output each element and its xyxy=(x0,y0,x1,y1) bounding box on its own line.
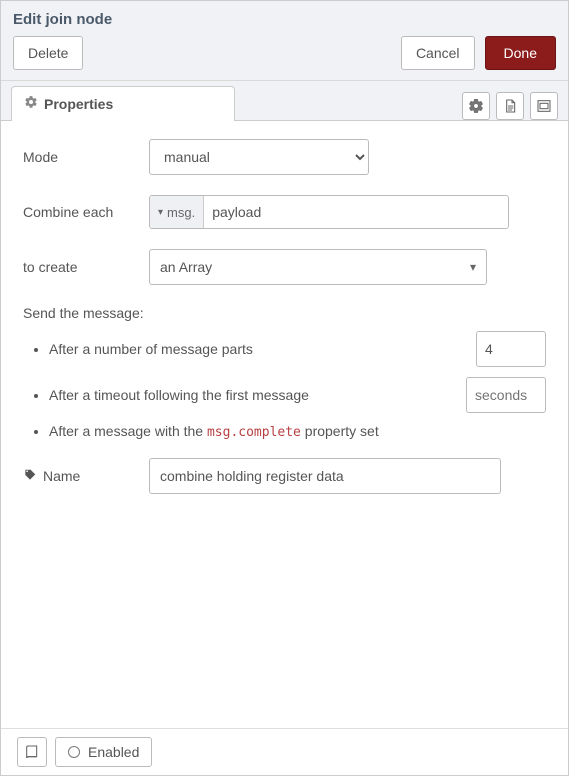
rule-after-timeout: After a timeout following the first mess… xyxy=(49,377,546,413)
after-complete-after: property set xyxy=(301,423,379,439)
tocreate-select[interactable]: an Array ▾ xyxy=(149,249,487,285)
tab-label: Properties xyxy=(44,96,113,112)
cancel-button[interactable]: Cancel xyxy=(401,36,475,70)
gear-icon xyxy=(24,95,38,112)
tocreate-label: to create xyxy=(23,259,149,275)
tag-icon xyxy=(23,468,37,485)
rule-after-complete: After a message with the msg.complete pr… xyxy=(49,423,546,440)
after-timeout-input[interactable] xyxy=(466,377,546,413)
appearance-icon-button[interactable] xyxy=(530,92,558,120)
mode-label: Mode xyxy=(23,149,149,165)
after-complete-before: After a message with the xyxy=(49,423,207,439)
done-button[interactable]: Done xyxy=(485,36,556,70)
combine-typed-input[interactable]: ▾ msg. xyxy=(149,195,509,229)
send-message-title: Send the message: xyxy=(23,305,546,321)
chevron-down-icon: ▾ xyxy=(470,260,476,274)
combine-prefix: msg. xyxy=(167,205,195,220)
combine-type-selector[interactable]: ▾ msg. xyxy=(150,196,204,228)
dialog-title: Edit join node xyxy=(1,1,568,32)
name-label: Name xyxy=(23,468,149,485)
tocreate-value: an Array xyxy=(160,259,212,275)
after-timeout-text: After a timeout following the first mess… xyxy=(49,387,458,403)
caret-down-icon: ▾ xyxy=(158,207,163,218)
settings-icon-button[interactable] xyxy=(462,92,490,120)
mode-select[interactable]: manual xyxy=(149,139,369,175)
after-parts-text: After a number of message parts xyxy=(49,341,468,357)
tab-properties[interactable]: Properties xyxy=(11,86,235,121)
combine-value-input[interactable] xyxy=(204,196,508,228)
name-input[interactable] xyxy=(149,458,501,494)
docs-icon-button[interactable] xyxy=(496,92,524,120)
combine-label: Combine each xyxy=(23,204,149,220)
msg-complete-code: msg.complete xyxy=(207,425,301,440)
after-parts-input[interactable] xyxy=(476,331,546,367)
radio-icon xyxy=(68,746,80,758)
enabled-toggle[interactable]: Enabled xyxy=(55,737,152,767)
info-icon-button[interactable] xyxy=(17,737,47,767)
enabled-label: Enabled xyxy=(88,744,139,760)
rule-after-parts: After a number of message parts xyxy=(49,331,546,367)
delete-button[interactable]: Delete xyxy=(13,36,83,70)
